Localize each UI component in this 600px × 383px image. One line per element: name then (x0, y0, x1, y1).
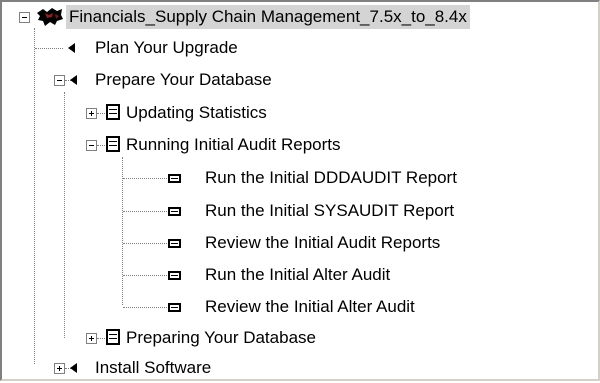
tree-item-label[interactable]: Updating Statistics (126, 101, 267, 125)
collapse-toggle[interactable] (86, 140, 97, 151)
expand-toggle[interactable] (86, 333, 97, 344)
tree-item-running-initial-audit-reports[interactable]: Running Initial Audit Reports (2, 132, 598, 160)
tree-item-prepare-your-database[interactable]: Prepare Your Database (2, 67, 598, 95)
tree-item-review-initial-alter-audit[interactable]: Review the Initial Alter Audit (2, 294, 598, 322)
flock-logo-icon (37, 8, 63, 26)
task-icon (168, 207, 181, 216)
tree-root-label[interactable]: Financials_Supply Chain Management_7.5x_… (66, 5, 470, 29)
triangle-marker-icon (70, 75, 77, 85)
tree-item-label[interactable]: Review the Initial Alter Audit (205, 295, 415, 319)
tree-item-label[interactable]: Preparing Your Database (126, 326, 316, 350)
task-group-icon (106, 104, 120, 120)
expand-toggle[interactable] (54, 363, 65, 374)
tree-item-plan-your-upgrade[interactable]: Plan Your Upgrade (2, 35, 598, 63)
tree-line (123, 275, 167, 276)
tree-item-run-initial-alter-audit[interactable]: Run the Initial Alter Audit (2, 262, 598, 290)
tree-view[interactable]: Financials_Supply Chain Management_7.5x_… (0, 0, 600, 381)
tree-item-label[interactable]: Run the Initial DDDAUDIT Report (205, 166, 457, 190)
tree-line (123, 211, 167, 212)
tree-line (123, 307, 167, 308)
tree-line (97, 145, 105, 146)
tree-item-label[interactable]: Run the Initial SYSAUDIT Report (205, 199, 454, 223)
tree-item-review-initial-audit-reports[interactable]: Review the Initial Audit Reports (2, 230, 598, 258)
tree-line (97, 113, 105, 114)
tree-line (123, 243, 167, 244)
triangle-marker-icon (68, 43, 75, 53)
tree-root[interactable]: Financials_Supply Chain Management_7.5x_… (2, 4, 598, 32)
task-icon (168, 303, 181, 312)
tree-item-preparing-your-database[interactable]: Preparing Your Database (2, 325, 598, 353)
collapse-toggle[interactable] (54, 75, 65, 86)
task-icon (168, 174, 181, 183)
tree-item-label[interactable]: Plan Your Upgrade (95, 36, 238, 60)
task-icon (168, 239, 181, 248)
tree-item-run-initial-sysaudit[interactable]: Run the Initial SYSAUDIT Report (2, 198, 598, 226)
tree-item-run-initial-dddaudit[interactable]: Run the Initial DDDAUDIT Report (2, 165, 598, 193)
tree-item-label[interactable]: Run the Initial Alter Audit (205, 263, 390, 287)
tree-item-label[interactable]: Review the Initial Audit Reports (205, 231, 440, 255)
expand-toggle[interactable] (86, 108, 97, 119)
tree-line (97, 338, 105, 339)
task-icon (168, 271, 181, 280)
collapse-toggle[interactable] (19, 12, 30, 23)
tree-item-updating-statistics[interactable]: Updating Statistics (2, 100, 598, 128)
triangle-marker-icon (70, 363, 77, 373)
task-group-icon (106, 136, 120, 152)
tree-item-label[interactable]: Install Software (95, 356, 211, 380)
task-group-icon (106, 329, 120, 345)
tree-item-install-software[interactable]: Install Software (2, 355, 598, 383)
tree-item-label[interactable]: Running Initial Audit Reports (126, 133, 341, 157)
tree-item-label[interactable]: Prepare Your Database (95, 68, 272, 92)
tree-line (35, 48, 63, 49)
tree-line (123, 178, 167, 179)
